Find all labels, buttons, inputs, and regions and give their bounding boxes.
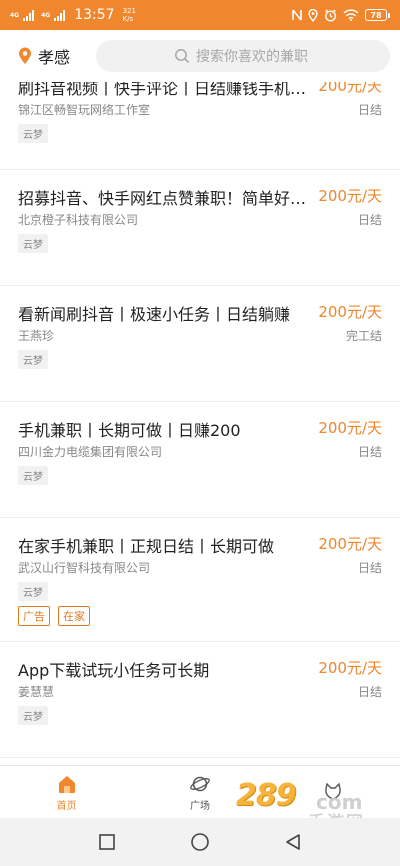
- job-area-tag: 云梦: [18, 350, 48, 369]
- job-area-tag: 云梦: [18, 124, 48, 143]
- job-list[interactable]: 刷抖音视频丨快手评论丨日结赚钱手机… 200元/天 锦江区畅智玩网络工作室 日结…: [0, 82, 400, 765]
- job-item[interactable]: App下载试玩小任务可长期 200元/天 姜慧慧 日结 云梦: [0, 642, 400, 758]
- signal-2-icon: [54, 9, 66, 21]
- job-area-tag: 云梦: [18, 234, 48, 253]
- status-left: 4G 4G 13:57 321 K/s: [10, 7, 136, 23]
- network-label-1: 4G: [10, 11, 20, 19]
- job-company: 四川金力电缆集团有限公司: [18, 445, 163, 459]
- speed-unit: K/s: [122, 15, 134, 23]
- status-bar: 4G 4G 13:57 321 K/s 78: [0, 0, 400, 30]
- job-tags: 云梦: [18, 124, 48, 143]
- job-pay: 200元/天: [318, 187, 382, 205]
- job-title: 看新闻刷抖音丨极速小任务丨日结躺赚: [18, 305, 291, 324]
- network-label-2: 4G: [41, 11, 51, 19]
- job-pay: 200元/天: [318, 419, 382, 437]
- job-tags: 云梦: [18, 466, 48, 485]
- job-title: 手机兼职丨长期可做丨日赚200: [18, 421, 241, 440]
- job-company: 武汉山行智科技有限公司: [18, 561, 151, 575]
- job-tags: 云梦: [18, 350, 48, 369]
- job-tags: 云梦: [18, 234, 48, 253]
- job-item[interactable]: 看新闻刷抖音丨极速小任务丨日结躺赚 200元/天 王燕珍 完工结 云梦: [0, 286, 400, 402]
- job-pay: 200元/天: [318, 82, 382, 95]
- battery-level: 78: [365, 9, 387, 21]
- network-speed: 321 K/s: [123, 7, 136, 23]
- battery-icon: 78: [365, 9, 390, 21]
- watermark-number: 289: [236, 778, 297, 813]
- planet-icon: [190, 776, 210, 791]
- network-indicator-2: 4G: [41, 12, 50, 19]
- job-list-scroll: 刷抖音视频丨快手评论丨日结赚钱手机… 200元/天 锦江区畅智玩网络工作室 日结…: [0, 82, 400, 758]
- status-right: 78: [292, 8, 390, 22]
- job-settlement: 日结: [357, 213, 382, 227]
- triangle-back-icon: [286, 834, 301, 850]
- system-nav-bar: [0, 818, 400, 866]
- job-settlement: 日结: [357, 685, 382, 699]
- job-title: 刷抖音视频丨快手评论丨日结赚钱手机…: [18, 82, 306, 98]
- job-settlement: 完工结: [345, 329, 382, 343]
- job-company: 王燕珍: [18, 329, 55, 343]
- header: 孝感 搜索你喜欢的兼职: [0, 30, 400, 82]
- tab-square-label: 广场: [189, 800, 210, 812]
- location-name: 孝感: [38, 48, 71, 67]
- job-tags: 云梦: [18, 582, 48, 601]
- speed-value: 321: [122, 7, 136, 15]
- work-from-home-tag: 在家: [58, 606, 90, 626]
- location-selector[interactable]: 孝感: [18, 44, 70, 68]
- job-company: 北京橙子科技有限公司: [18, 213, 139, 227]
- job-title: App下载试玩小任务可长期: [18, 661, 210, 680]
- job-pay: 200元/天: [318, 303, 382, 321]
- network-indicator: 4G: [10, 12, 19, 19]
- job-settlement: 日结: [357, 445, 382, 459]
- map-pin-icon: [19, 47, 31, 64]
- job-feature-tags: 广告 在家: [18, 606, 90, 626]
- job-item[interactable]: 在家手机兼职丨正规日结丨长期可做 200元/天 武汉山行智科技有限公司 日结 云…: [0, 518, 400, 642]
- alarm-icon: [324, 8, 337, 22]
- job-settlement: 日结: [357, 103, 382, 117]
- tab-home-label: 首页: [56, 800, 77, 812]
- job-title: 在家手机兼职丨正规日结丨长期可做: [18, 537, 275, 556]
- signal-1-icon: [23, 9, 35, 21]
- job-tags: 云梦: [18, 706, 48, 725]
- search-placeholder: 搜索你喜欢的兼职: [196, 49, 309, 65]
- search-input[interactable]: 搜索你喜欢的兼职: [96, 40, 390, 72]
- back-button[interactable]: [282, 831, 304, 853]
- location-icon: [308, 8, 318, 22]
- job-item[interactable]: 招募抖音、快手网红点赞兼职！简单好… 200元/天 北京橙子科技有限公司 日结 …: [0, 170, 400, 286]
- wifi-icon: [343, 9, 359, 21]
- job-pay: 200元/天: [318, 659, 382, 677]
- job-area-tag: 云梦: [18, 706, 48, 725]
- clock: 13:57: [74, 7, 115, 23]
- nfc-icon: [292, 9, 302, 21]
- job-company: 锦江区畅智玩网络工作室: [18, 103, 151, 117]
- job-settlement: 日结: [357, 561, 382, 575]
- job-company: 姜慧慧: [18, 685, 55, 699]
- job-title: 招募抖音、快手网红点赞兼职！简单好…: [18, 189, 306, 208]
- job-area-tag: 云梦: [18, 582, 48, 601]
- square-icon: [98, 834, 115, 850]
- job-area-tag: 云梦: [18, 466, 48, 485]
- job-pay: 200元/天: [318, 535, 382, 553]
- home-icon: [58, 775, 75, 793]
- home-button[interactable]: [189, 831, 211, 853]
- ad-tag: 广告: [18, 606, 50, 626]
- circle-icon: [191, 833, 209, 851]
- tab-home[interactable]: 首页: [0, 766, 133, 818]
- job-item[interactable]: 刷抖音视频丨快手评论丨日结赚钱手机… 200元/天 锦江区畅智玩网络工作室 日结…: [0, 82, 400, 170]
- search-icon: [175, 49, 190, 64]
- recent-apps-button[interactable]: [96, 831, 118, 853]
- job-item[interactable]: 手机兼职丨长期可做丨日赚200 200元/天 四川金力电缆集团有限公司 日结 云…: [0, 402, 400, 518]
